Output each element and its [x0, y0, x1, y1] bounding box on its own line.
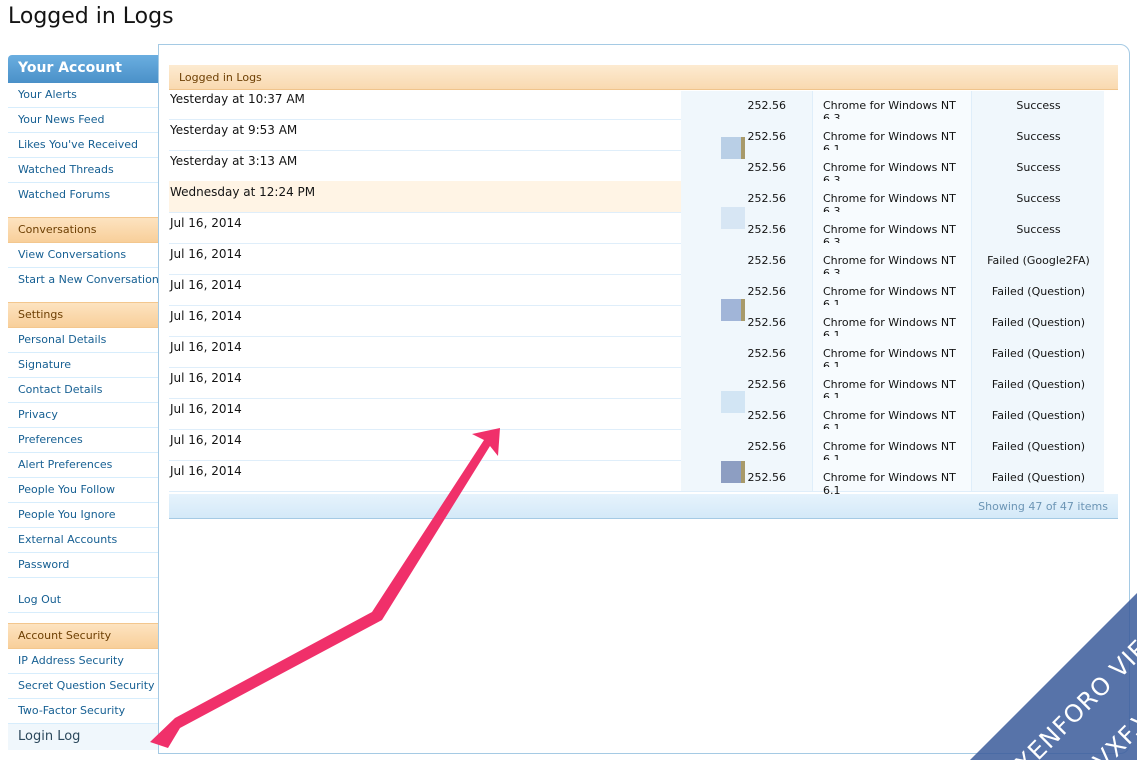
table-row: Jul 16, 2014 252.56 Chrome for Windows NT … [169, 274, 1104, 311]
cell-ip: 252.56 [681, 91, 812, 119]
table-row: Jul 16, 2014 252.56 Chrome for Windows NT … [169, 460, 1104, 494]
table-row: Jul 16, 2014 252.56 Chrome for Windows NT … [169, 212, 1104, 249]
sidebar-item-signature[interactable]: Signature [8, 353, 158, 378]
sidebar-item-ip-address-security[interactable]: IP Address Security [8, 649, 158, 674]
cell-result: Success [971, 150, 1104, 181]
cell-user-agent: Chrome for Windows NT 6.1 [812, 274, 972, 311]
cell-date: Jul 16, 2014 [170, 278, 242, 292]
cell-result: Failed (Question) [971, 305, 1104, 336]
page-title: Logged in Logs [8, 4, 174, 29]
sidebar-item-news-feed[interactable]: Your News Feed [8, 108, 158, 133]
cell-result: Failed (Question) [971, 274, 1104, 305]
cell-date: Jul 16, 2014 [170, 433, 242, 447]
cell-date: Jul 16, 2014 [170, 464, 242, 478]
sidebar-item-login-log[interactable]: Login Log [8, 724, 158, 750]
cell-result: Failed (Question) [971, 398, 1104, 429]
sidebar-item-external-accounts[interactable]: External Accounts [8, 528, 158, 553]
cell-ip: 252.56 [681, 336, 812, 367]
main-panel: Logged in Logs Yesterday at 10:37 AM 252.… [158, 44, 1130, 754]
cell-user-agent: Chrome for Windows NT 6.1 [812, 398, 972, 435]
sidebar-header-account-security[interactable]: Account Security [8, 623, 158, 649]
cell-date: Jul 16, 2014 [170, 309, 242, 323]
table-row: Jul 16, 2014 252.56 Chrome for Windows NT … [169, 336, 1104, 373]
sidebar-item-people-you-follow[interactable]: People You Follow [8, 478, 158, 503]
cell-ip: 252.56 [681, 305, 812, 336]
sidebar-item-preferences[interactable]: Preferences [8, 428, 158, 453]
sidebar-item-likes-received[interactable]: Likes You've Received [8, 133, 158, 158]
sidebar-header-your-account[interactable]: Your Account [8, 55, 158, 83]
section-header: Logged in Logs [169, 65, 1118, 90]
cell-user-agent: Chrome for Windows NT 6.3 [812, 181, 972, 218]
cell-result: Failed (Question) [971, 336, 1104, 367]
sidebar-item-contact-details[interactable]: Contact Details [8, 378, 158, 403]
cell-result: Success [971, 181, 1104, 212]
sidebar-item-log-out[interactable]: Log Out [8, 578, 158, 613]
table-row: Jul 16, 2014 252.56 Chrome for Windows NT … [169, 367, 1104, 404]
sidebar-item-two-factor-security[interactable]: Two-Factor Security [8, 699, 158, 724]
cell-result: Success [971, 91, 1104, 119]
sidebar-item-your-alerts[interactable]: Your Alerts [8, 83, 158, 108]
cell-user-agent: Chrome for Windows NT 6.1 [812, 336, 972, 373]
sidebar-item-alert-preferences[interactable]: Alert Preferences [8, 453, 158, 478]
cell-user-agent: Chrome for Windows NT 6.3 [812, 212, 972, 249]
cell-ip: 252.56 [681, 398, 812, 429]
cell-date: Yesterday at 3:13 AM [170, 154, 298, 168]
cell-date: Jul 16, 2014 [170, 402, 242, 416]
cell-ip: 252.56 [681, 429, 812, 460]
cell-result: Failed (Google2FA) [971, 243, 1104, 274]
cell-user-agent: Chrome for Windows NT 6.3 [812, 150, 972, 187]
cell-ip: 252.56 [681, 274, 812, 305]
cell-date: Jul 16, 2014 [170, 340, 242, 354]
cell-result: Success [971, 212, 1104, 243]
sidebar-header-settings[interactable]: Settings [8, 302, 158, 328]
sidebar-item-personal-details[interactable]: Personal Details [8, 328, 158, 353]
sidebar-item-view-conversations[interactable]: View Conversations [8, 243, 158, 268]
cell-user-agent: Chrome for Windows NT 6.1 [812, 305, 972, 342]
cell-user-agent: Chrome for Windows NT 6.1 [812, 460, 972, 494]
cell-ip: 252.56 [681, 150, 812, 181]
cell-date: Yesterday at 10:37 AM [170, 92, 305, 106]
cell-ip: 252.56 [681, 460, 812, 491]
sidebar: Your Account Your Alerts Your News Feed … [8, 55, 159, 750]
table-row: Jul 16, 2014 252.56 Chrome for Windows NT … [169, 398, 1104, 435]
cell-user-agent: Chrome for Windows NT 6.3 [812, 91, 972, 125]
cell-ip: 252.56 [681, 367, 812, 398]
cell-ip: 252.56 [681, 119, 812, 150]
sidebar-item-privacy[interactable]: Privacy [8, 403, 158, 428]
sidebar-header-conversations[interactable]: Conversations [8, 217, 158, 243]
cell-user-agent: Chrome for Windows NT 6.1 [812, 429, 972, 466]
sidebar-item-watched-threads[interactable]: Watched Threads [8, 158, 158, 183]
table-footer: Showing 47 of 47 items [169, 494, 1118, 519]
table-row: Yesterday at 9:53 AM 252.56 Chrome for Win… [169, 119, 1104, 156]
cell-ip: 252.56 [681, 212, 812, 243]
cell-result: Failed (Question) [971, 367, 1104, 398]
sidebar-item-secret-question-security[interactable]: Secret Question Security [8, 674, 158, 699]
sidebar-item-watched-forums[interactable]: Watched Forums [8, 183, 158, 207]
cell-result: Success [971, 119, 1104, 150]
table-row: Jul 16, 2014 252.56 Chrome for Windows NT … [169, 243, 1104, 280]
cell-ip: 252.56 [681, 243, 812, 274]
cell-date: Jul 16, 2014 [170, 216, 242, 230]
cell-ip: 252.56 [681, 181, 812, 212]
cell-date: Jul 16, 2014 [170, 371, 242, 385]
sidebar-item-password[interactable]: Password [8, 553, 158, 578]
table-row: Yesterday at 3:13 AM 252.56 Chrome for Win… [169, 150, 1104, 187]
table-row: Jul 16, 2014 252.56 Chrome for Windows NT … [169, 429, 1104, 466]
table-row: Wednesday at 12:24 PM 252.56 Chrome for Wi… [169, 181, 1104, 218]
cell-result: Failed (Question) [971, 460, 1104, 491]
cell-date: Yesterday at 9:53 AM [170, 123, 298, 137]
cell-date: Jul 16, 2014 [170, 247, 242, 261]
item-count: Showing 47 of 47 items [978, 500, 1108, 513]
cell-user-agent: Chrome for Windows NT 6.1 [812, 119, 972, 156]
login-log-table: Yesterday at 10:37 AM 252.56 Chrome for Wi… [169, 91, 1104, 494]
table-row: Yesterday at 10:37 AM 252.56 Chrome for Wi… [169, 91, 1104, 125]
cell-user-agent: Chrome for Windows NT 6.3 [812, 243, 972, 280]
sidebar-item-start-conversation[interactable]: Start a New Conversation [8, 268, 159, 292]
cell-user-agent: Chrome for Windows NT 6.1 [812, 367, 972, 404]
cell-date: Wednesday at 12:24 PM [169, 181, 681, 212]
cell-result: Failed (Question) [971, 429, 1104, 460]
table-row: Jul 16, 2014 252.56 Chrome for Windows NT … [169, 305, 1104, 342]
sidebar-item-people-you-ignore[interactable]: People You Ignore [8, 503, 158, 528]
